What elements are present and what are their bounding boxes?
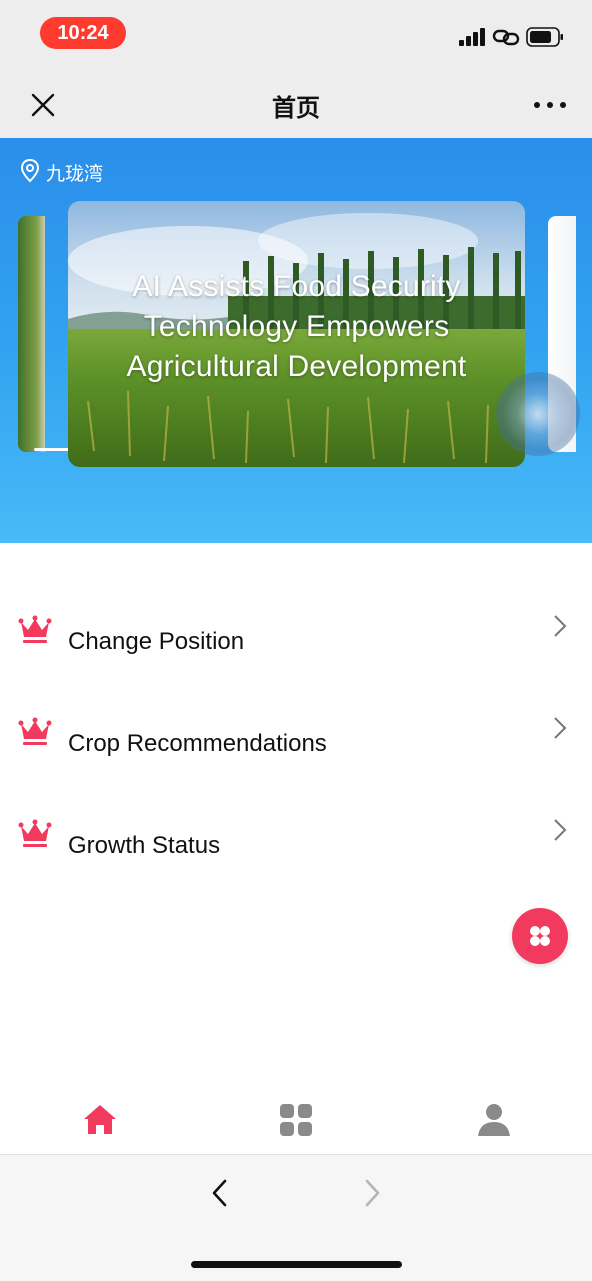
chevron-right-icon [554,717,567,739]
status-bar: 10:24 [0,0,592,70]
menu-label: Crop Recommendations [68,730,327,757]
menu-label: Change Position [68,628,245,655]
chevron-right-icon [554,819,567,841]
link-icon [492,29,520,46]
prev-banner-peek[interactable] [18,216,45,452]
crown-icon [18,819,52,847]
forward-icon[interactable] [360,1177,384,1209]
page-title: 首页 [272,95,320,122]
crown-icon [18,717,52,745]
crown-icon [18,615,52,643]
banner-line-3: Agricultural Development [126,350,467,383]
home-indicator [191,1261,402,1268]
four-petal-menu-icon [530,926,550,946]
fab-menu-button[interactable] [512,908,568,964]
status-time: 10:24 [40,17,126,49]
grid-icon[interactable] [276,1100,316,1140]
banner-line-1: AI Assists Food Security [132,270,461,303]
banner-slide[interactable]: AI Assists Food Security Technology Empo… [68,201,525,467]
banner-line-2: Technology Empowers [143,310,450,343]
battery-icon [526,27,563,47]
location-label: 九珑湾 [46,164,104,185]
nav-bar: 首页 [0,70,592,138]
user-icon[interactable] [474,1100,514,1140]
cellular-signal-icon [459,28,485,46]
menu-item-change-position[interactable]: Change Position [0,614,592,704]
menu-label: Growth Status [68,832,221,859]
menu-item-growth-status[interactable]: Growth Status [0,818,592,908]
floating-assistive-button[interactable] [496,372,580,456]
banner-caption: AI Assists Food Security Technology Empo… [68,267,525,387]
menu-item-crop-recommendations[interactable]: Crop Recommendations [0,716,592,806]
hero-header: 九珑湾 AI Assists Food Security Technology … [0,138,592,543]
back-icon[interactable] [208,1177,232,1209]
chevron-right-icon [554,615,567,637]
more-icon[interactable] [530,94,570,116]
home-icon[interactable] [80,1100,120,1140]
tab-bar [0,1086,592,1154]
location-pin-icon [20,158,40,183]
browser-toolbar [0,1154,592,1281]
